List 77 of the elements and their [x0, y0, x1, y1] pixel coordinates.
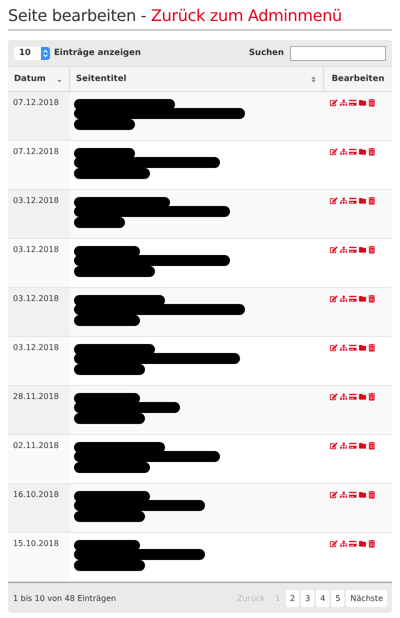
date-cell: 03.12.2018 — [13, 343, 59, 352]
page-title: Seite bearbeiten - — [8, 6, 148, 25]
page-size-label: Einträge anzeigen — [54, 48, 141, 58]
card-icon[interactable] — [349, 540, 356, 548]
sort-icon[interactable] — [310, 76, 317, 82]
card-icon[interactable] — [349, 197, 356, 204]
sitemap-icon[interactable] — [340, 393, 347, 400]
sitemap-icon[interactable] — [340, 344, 347, 352]
folder-icon[interactable] — [358, 99, 366, 106]
card-icon[interactable] — [349, 393, 356, 400]
card-icon[interactable] — [349, 344, 356, 352]
edit-icon[interactable] — [330, 393, 338, 400]
card-icon[interactable] — [349, 442, 356, 450]
edit-icon[interactable] — [330, 295, 338, 302]
edit-icon[interactable] — [330, 197, 338, 204]
date-cell: 03.12.2018 — [13, 245, 59, 254]
trash-icon[interactable] — [368, 295, 376, 302]
sitemap-icon[interactable] — [340, 491, 347, 498]
edit-icon[interactable] — [330, 540, 338, 548]
folder-icon[interactable] — [358, 491, 366, 498]
date-cell: 16.10.2018 — [13, 490, 59, 499]
folder-icon[interactable] — [358, 148, 366, 156]
date-cell: 03.12.2018 — [13, 196, 59, 205]
date-cell: 15.10.2018 — [13, 539, 59, 548]
folder-icon[interactable] — [358, 393, 366, 400]
sitemap-icon[interactable] — [340, 540, 347, 548]
card-icon[interactable] — [349, 246, 356, 254]
date-cell: 02.11.2018 — [13, 441, 59, 450]
sitemap-icon[interactable] — [340, 197, 347, 204]
search-field[interactable] — [290, 46, 386, 60]
trash-icon[interactable] — [368, 246, 376, 254]
edit-icon[interactable] — [330, 246, 338, 254]
column-header[interactable]: Bearbeiten — [332, 74, 384, 84]
folder-icon[interactable] — [358, 197, 366, 204]
folder-icon[interactable] — [358, 246, 366, 254]
trash-icon[interactable] — [368, 393, 376, 400]
edit-icon[interactable] — [330, 442, 338, 450]
date-cell: 07.12.2018 — [13, 147, 59, 156]
edit-icon[interactable] — [330, 344, 338, 352]
card-icon[interactable] — [349, 295, 356, 302]
sitemap-icon[interactable] — [340, 99, 347, 106]
trash-icon[interactable] — [368, 99, 376, 106]
sitemap-icon[interactable] — [340, 246, 347, 254]
edit-icon[interactable] — [330, 148, 338, 156]
page-button[interactable]: 5 — [331, 590, 344, 606]
trash-icon[interactable] — [368, 148, 376, 156]
card-icon[interactable] — [349, 148, 356, 156]
date-cell: 03.12.2018 — [13, 294, 59, 303]
sitemap-icon[interactable] — [340, 148, 347, 156]
trash-icon[interactable] — [368, 344, 376, 352]
select-arrows-icon[interactable] — [41, 46, 50, 60]
folder-icon[interactable] — [358, 540, 366, 548]
search-label: Suchen — [248, 48, 284, 58]
trash-icon[interactable] — [368, 442, 376, 450]
folder-icon[interactable] — [358, 344, 366, 352]
date-cell: 07.12.2018 — [13, 98, 59, 107]
entries-info: 1 bis 10 von 48 Einträgen — [13, 594, 116, 602]
trash-icon[interactable] — [368, 197, 376, 204]
card-icon[interactable] — [349, 491, 356, 498]
sitemap-icon[interactable] — [340, 442, 347, 450]
card-icon[interactable] — [349, 99, 356, 106]
folder-icon[interactable] — [358, 442, 366, 450]
page-button[interactable]: 3 — [301, 590, 314, 606]
page-button[interactable]: 4 — [316, 590, 330, 606]
date-cell: 28.11.2018 — [13, 392, 59, 401]
trash-icon[interactable] — [368, 491, 376, 498]
folder-icon[interactable] — [358, 295, 366, 302]
sitemap-icon[interactable] — [340, 295, 347, 302]
edit-icon[interactable] — [330, 99, 338, 106]
column-header[interactable]: Datum — [14, 74, 46, 84]
admin-menu-link[interactable]: Zurück zum Adminmenü — [151, 6, 342, 25]
trash-icon[interactable] — [368, 540, 376, 548]
edit-icon[interactable] — [330, 491, 338, 498]
page-button[interactable]: 2 — [286, 590, 300, 606]
next-button[interactable]: Nächste — [346, 590, 387, 606]
column-header[interactable]: Seitentitel — [76, 74, 126, 84]
page-size-select[interactable]: 10 — [14, 46, 50, 60]
